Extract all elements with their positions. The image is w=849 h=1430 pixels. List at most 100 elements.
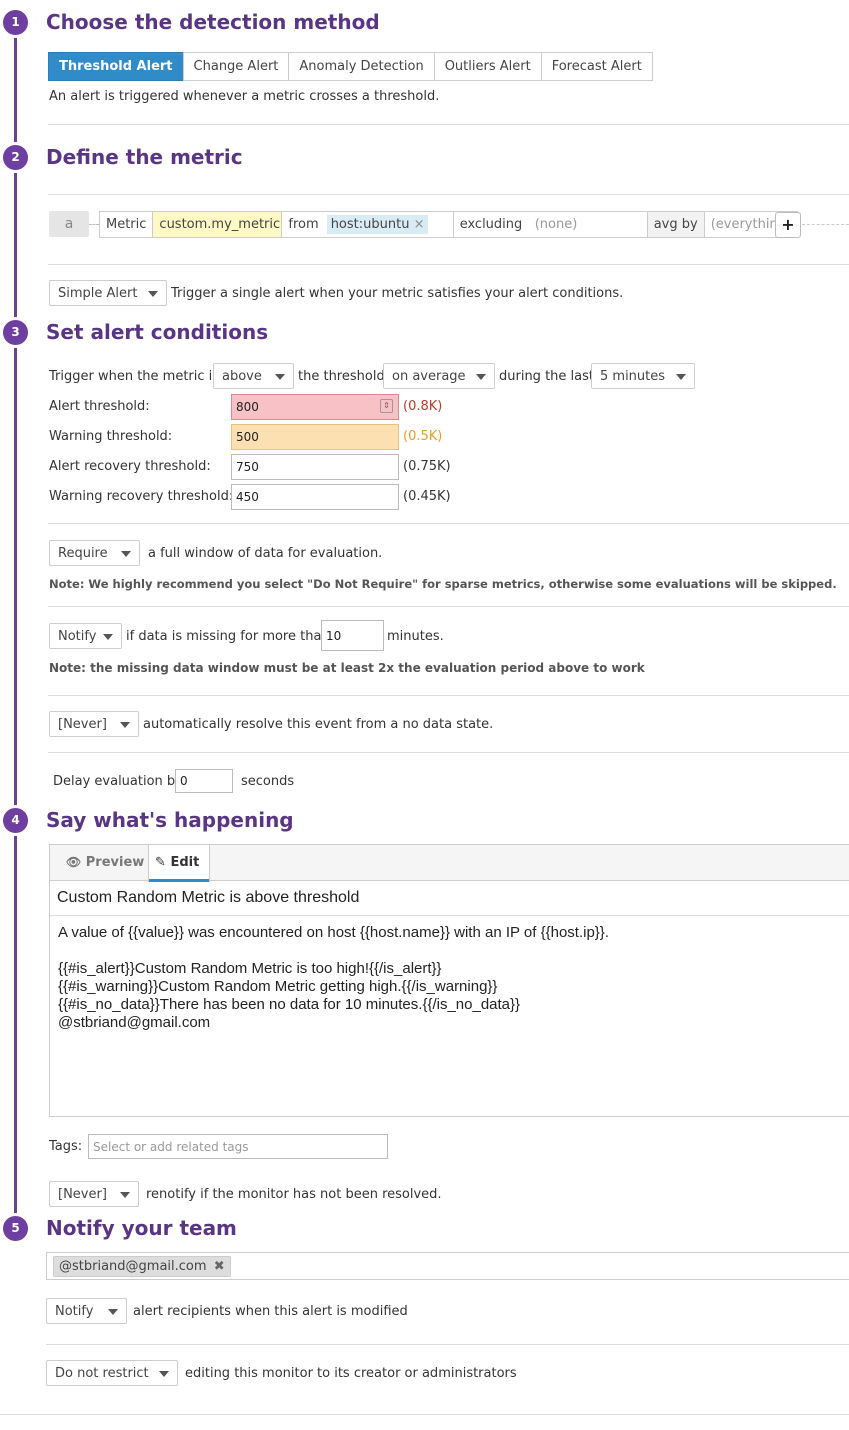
tab-forecast-alert[interactable]: Forecast Alert xyxy=(540,52,653,81)
steps-timeline xyxy=(14,20,17,1230)
tab-edit[interactable]: ✎ Edit xyxy=(148,845,210,882)
recipients-input[interactable]: @stbriand@gmail.com ✖ xyxy=(46,1252,849,1280)
require-value: Require xyxy=(58,546,108,561)
missing-data-note: Note: the missing data window must be at… xyxy=(49,661,645,675)
recipient-pill: @stbriand@gmail.com ✖ xyxy=(53,1256,231,1277)
chevron-down-icon xyxy=(676,374,686,380)
divider xyxy=(48,752,849,753)
aggregation-value: on average xyxy=(392,369,466,384)
detection-method-tabs: Threshold Alert Change Alert Anomaly Det… xyxy=(48,52,653,81)
renotify-description: renotify if the monitor has not been res… xyxy=(146,1187,442,1202)
threshold-word: the threshold xyxy=(298,369,385,384)
chevron-down-icon xyxy=(120,722,130,728)
restrict-editing-value: Do not restrict xyxy=(55,1366,149,1381)
alert-type-value: Simple Alert xyxy=(58,286,138,301)
tab-preview[interactable]: 👁 Preview xyxy=(58,845,152,881)
metric-name-input[interactable]: custom.my_metric xyxy=(153,212,283,237)
warning-recovery-label: Warning recovery threshold: xyxy=(49,489,234,504)
divider xyxy=(48,695,849,696)
tags-input[interactable]: Select or add related tags xyxy=(88,1134,388,1159)
chevron-down-icon xyxy=(120,1192,130,1198)
recipient-email: @stbriand@gmail.com xyxy=(59,1259,207,1274)
message-editor: 👁 Preview ✎ Edit Custom Random Metric is… xyxy=(49,844,849,1117)
preview-tab-label: Preview xyxy=(85,855,145,870)
excluding-value: (none) xyxy=(534,217,578,232)
edit-tab-label: Edit xyxy=(170,855,200,870)
divider xyxy=(48,194,849,195)
step-1-badge: 1 xyxy=(0,7,31,38)
restrict-editing-select[interactable]: Do not restrict xyxy=(46,1360,178,1386)
remove-recipient-icon[interactable]: ✖ xyxy=(214,1259,225,1274)
tab-outliers-alert[interactable]: Outliers Alert xyxy=(433,52,542,81)
query-connector xyxy=(802,224,849,225)
editor-tabs: 👁 Preview ✎ Edit xyxy=(50,845,849,882)
eye-icon: 👁 xyxy=(66,855,82,869)
pencil-icon: ✎ xyxy=(155,855,166,870)
auto-resolve-value: [Never] xyxy=(58,717,107,732)
chevron-down-icon xyxy=(121,551,131,557)
comparator-select[interactable]: above xyxy=(213,363,294,389)
auto-resolve-select[interactable]: [Never] xyxy=(49,711,139,737)
excluding-input[interactable]: excluding (none) xyxy=(454,212,648,237)
alert-threshold-input[interactable]: 800 xyxy=(231,394,399,420)
alert-threshold-label: Alert threshold: xyxy=(49,399,150,414)
tag-remove-icon[interactable]: × xyxy=(414,217,425,232)
notify-modified-value: Notify xyxy=(55,1304,94,1319)
warning-recovery-input[interactable]: 450 xyxy=(231,484,399,510)
tab-threshold-alert[interactable]: Threshold Alert xyxy=(48,52,184,81)
divider xyxy=(48,523,849,524)
aggregation-select[interactable]: on average xyxy=(383,363,495,389)
step-5-badge: 5 xyxy=(0,1213,31,1244)
step-1-title: Choose the detection method xyxy=(46,10,380,34)
window-select[interactable]: 5 minutes xyxy=(591,363,695,389)
notify-modified-select[interactable]: Notify xyxy=(46,1298,127,1324)
step-4-badge: 4 xyxy=(0,805,31,836)
query-letter: a xyxy=(49,211,89,237)
alert-recovery-input[interactable]: 750 xyxy=(231,454,399,480)
chevron-down-icon xyxy=(275,374,285,380)
alert-type-select[interactable]: Simple Alert xyxy=(49,280,167,306)
minutes-word: minutes. xyxy=(387,629,444,644)
alert-recovery-label: Alert recovery threshold: xyxy=(49,459,211,474)
tab-change-alert[interactable]: Change Alert xyxy=(182,52,290,81)
divider xyxy=(46,1344,849,1345)
from-tag-pill: host:ubuntu × xyxy=(326,215,429,234)
alert-recovery-hint: (0.75K) xyxy=(403,459,451,474)
missing-minutes-input[interactable]: 10 xyxy=(321,620,384,651)
trigger-prefix: Trigger when the metric is xyxy=(49,369,220,384)
from-tag-label: host:ubuntu xyxy=(330,217,410,232)
query-connector xyxy=(89,224,99,225)
require-select[interactable]: Require xyxy=(49,540,140,566)
alert-type-description: Trigger a single alert when your metric … xyxy=(171,286,624,301)
step-2-badge: 2 xyxy=(0,142,31,173)
tags-label: Tags: xyxy=(49,1139,83,1154)
from-tags-input[interactable]: host:ubuntu × xyxy=(325,212,454,237)
warning-threshold-input[interactable]: 500 xyxy=(231,424,399,450)
chevron-down-icon xyxy=(159,1371,169,1377)
message-subject-input[interactable]: Custom Random Metric is above threshold xyxy=(50,881,849,916)
chevron-down-icon xyxy=(108,1309,118,1315)
chevron-down-icon xyxy=(103,634,113,640)
step-5-title: Notify your team xyxy=(46,1216,237,1240)
message-body-textarea[interactable]: A value of {{value}} was encountered on … xyxy=(50,916,849,1040)
stepper-icon[interactable]: ⇕ xyxy=(380,399,393,413)
notify-modified-description: alert recipients when this alert is modi… xyxy=(133,1304,408,1319)
notify-missing-description: if data is missing for more than xyxy=(126,629,330,644)
restrict-editing-description: editing this monitor to its creator or a… xyxy=(185,1366,517,1381)
notify-missing-value: Notify xyxy=(58,629,97,644)
tab-anomaly-detection[interactable]: Anomaly Detection xyxy=(288,52,435,81)
step-4-title: Say what's happening xyxy=(46,808,294,832)
alert-threshold-hint: (0.8K) xyxy=(403,399,443,414)
divider xyxy=(48,264,849,265)
excluding-label: excluding xyxy=(459,217,523,232)
warning-threshold-label: Warning threshold: xyxy=(49,429,173,444)
renotify-value: [Never] xyxy=(58,1187,107,1202)
warning-threshold-hint: (0.5K) xyxy=(403,429,443,444)
comparator-value: above xyxy=(222,369,262,384)
delay-input[interactable]: 0 xyxy=(175,769,233,793)
divider xyxy=(48,606,849,607)
notify-missing-select[interactable]: Notify xyxy=(49,623,122,649)
renotify-select[interactable]: [Never] xyxy=(49,1181,139,1207)
step-3-badge: 3 xyxy=(0,317,31,348)
add-query-button[interactable]: + xyxy=(775,212,801,238)
